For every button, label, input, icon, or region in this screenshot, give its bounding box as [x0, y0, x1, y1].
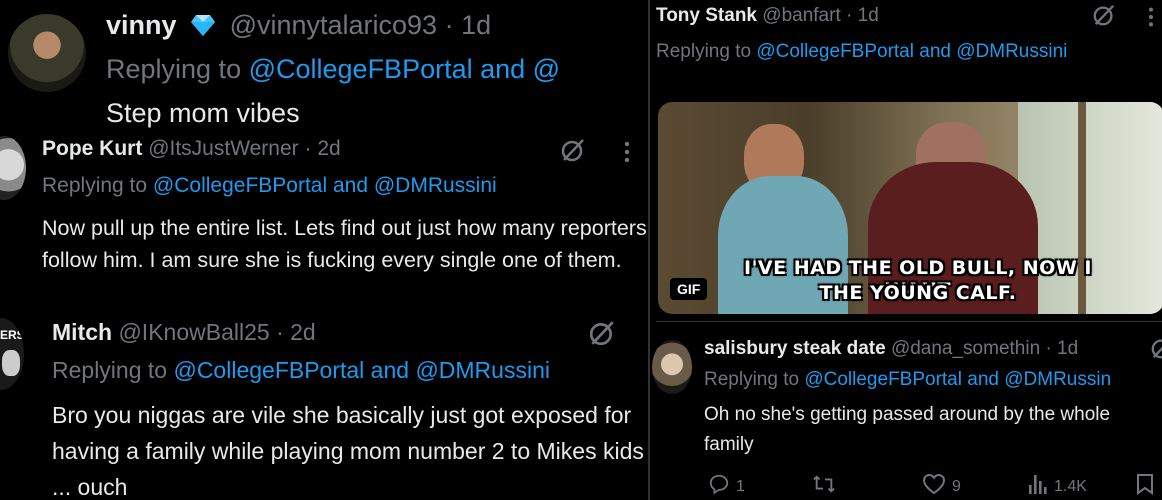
author-name[interactable]: Tony Stank: [656, 5, 757, 26]
avatar-salisbury[interactable]: [652, 340, 692, 394]
author-name[interactable]: salisbury steak date: [704, 338, 886, 359]
like-icon: [922, 473, 946, 500]
more-icon[interactable]: [1146, 6, 1156, 33]
separator: ·: [444, 10, 454, 40]
replying-to: Replying to @CollegeFBPortal and @DMRuss…: [656, 36, 1126, 68]
replying-targets-link[interactable]: @CollegeFBPortal and @DMRussin: [804, 369, 1111, 390]
author-handle[interactable]: @banfart: [762, 5, 840, 26]
avatar-vinny[interactable]: [8, 14, 86, 92]
diamond-verified-icon: [190, 13, 216, 44]
timestamp[interactable]: 1d: [858, 5, 879, 26]
tweet-tony-header: Tony Stank @banfart · 1d: [656, 5, 879, 27]
retweet-icon: [812, 473, 836, 500]
left-thread-panel: vinny @vinnytalarico93 · 1d Replying to …: [0, 0, 648, 500]
bookmark-icon: [1136, 473, 1154, 500]
separator: ·: [846, 5, 853, 26]
author-handle[interactable]: @IKnowBall25: [118, 319, 269, 345]
replying-targets-link[interactable]: @CollegeFBPortal and @: [249, 54, 560, 84]
reply-count: 1: [736, 477, 745, 495]
replying-prefix: Replying to: [106, 54, 249, 84]
author-handle[interactable]: @dana_somethin: [891, 338, 1040, 359]
like-button[interactable]: 9: [922, 473, 961, 500]
gif-media[interactable]: GIF I'VE HAD THE OLD BULL, NOW I WANT TH…: [658, 102, 1162, 314]
reply-button[interactable]: 1: [708, 473, 745, 500]
views-icon: [1028, 473, 1048, 500]
timestamp[interactable]: 1d: [1057, 338, 1078, 359]
tweet-vinny-header: vinny @vinnytalarico93 · 1d: [106, 10, 491, 44]
timestamp[interactable]: 2d: [290, 319, 316, 345]
avatar-mitch[interactable]: ERS: [0, 318, 24, 390]
replying-targets-link[interactable]: @CollegeFBPortal and @DMRussini: [756, 41, 1067, 62]
author-name[interactable]: Pope Kurt: [42, 137, 142, 160]
grok-icon[interactable]: [1150, 336, 1162, 365]
tweet-salisbury-header: salisbury steak date @dana_somethin · 1d: [704, 338, 1078, 360]
like-count: 9: [952, 477, 961, 495]
bookmark-button[interactable]: [1136, 473, 1154, 500]
more-icon[interactable]: [622, 140, 632, 169]
separator: ·: [304, 137, 312, 160]
tweet-text: Bro you niggas are vile she basically ju…: [52, 402, 644, 500]
author-name[interactable]: vinny: [106, 10, 177, 40]
gif-badge: GIF: [670, 278, 708, 300]
right-thread-panel: Tony Stank @banfart · 1d Replying to @Co…: [648, 0, 1162, 500]
replying-to: Replying to @CollegeFBPortal and @DMRuss…: [704, 369, 1111, 391]
grok-icon[interactable]: [588, 319, 616, 352]
replying-prefix: Replying to: [656, 41, 757, 62]
gif-caption-line2: THE YOUNG CALF.: [819, 282, 1017, 304]
views-count: 1.4K: [1054, 477, 1087, 495]
author-handle[interactable]: @vinnytalarico93: [230, 10, 438, 40]
replying-prefix: Replying to: [42, 174, 153, 197]
tweet-pope-kurt-header: Pope Kurt @ItsJustWerner · 2d: [42, 137, 341, 161]
replying-prefix: Replying to: [704, 369, 805, 390]
divider: [656, 321, 1162, 322]
timestamp[interactable]: 1d: [461, 10, 491, 40]
grok-icon[interactable]: [560, 137, 586, 168]
author-handle[interactable]: @ItsJustWerner: [148, 137, 298, 160]
reply-icon: [708, 473, 730, 500]
separator: ·: [1045, 338, 1052, 359]
replying-to: Replying to @CollegeFBPortal and @DMRuss…: [52, 357, 550, 384]
avatar-pope-kurt[interactable]: [0, 136, 26, 200]
tweet-text: Oh no she's getting passed around by the…: [704, 404, 1111, 455]
views-button[interactable]: 1.4K: [1028, 473, 1087, 500]
tweet-mitch-header: Mitch @IKnowBall25 · 2d: [52, 319, 316, 346]
retweet-button[interactable]: [812, 473, 836, 500]
separator: ·: [276, 319, 284, 345]
avatar-logo-text: ERS: [0, 328, 24, 342]
tweet-text: Now pull up the entire list. Lets find o…: [42, 216, 647, 272]
timestamp[interactable]: 2d: [317, 137, 340, 160]
tweet-text: Step mom vibes: [106, 98, 300, 128]
author-name[interactable]: Mitch: [52, 319, 112, 345]
grok-icon[interactable]: [1092, 3, 1116, 32]
replying-to: Replying to @CollegeFBPortal and @DMRuss…: [42, 174, 497, 198]
replying-to: Replying to @CollegeFBPortal and @: [106, 54, 560, 85]
replying-targets-link[interactable]: @CollegeFBPortal and @DMRussini: [173, 357, 550, 383]
replying-prefix: Replying to: [52, 357, 174, 383]
replying-targets-link[interactable]: @CollegeFBPortal and @DMRussini: [153, 174, 497, 197]
